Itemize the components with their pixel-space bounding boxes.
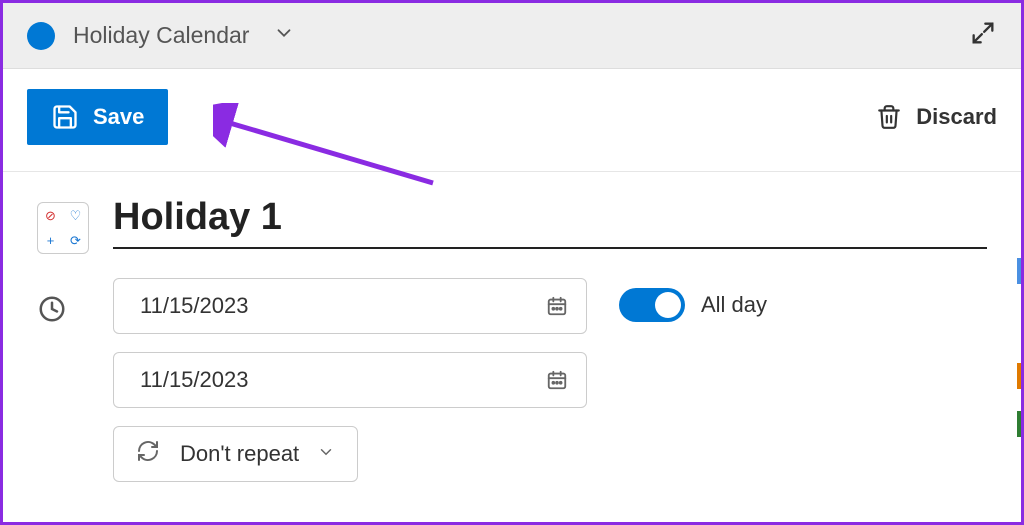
save-button[interactable]: Save bbox=[27, 89, 168, 145]
expand-icon[interactable] bbox=[969, 19, 997, 52]
toolbar: Save Discard bbox=[3, 69, 1021, 172]
datetime-row: 11/15/2023 11/15/2023 Don't repeat bbox=[37, 278, 987, 482]
plus-icon: + bbox=[47, 234, 55, 247]
header-bar: Holiday Calendar bbox=[3, 3, 1021, 69]
clock-icon bbox=[37, 294, 67, 324]
chevron-down-icon[interactable] bbox=[273, 22, 295, 49]
save-button-label: Save bbox=[93, 104, 144, 130]
end-date-input[interactable]: 11/15/2023 bbox=[113, 352, 587, 408]
chevron-down-icon bbox=[317, 441, 335, 467]
repeat-button[interactable]: Don't repeat bbox=[113, 426, 358, 482]
repeat-label: Don't repeat bbox=[180, 441, 299, 467]
start-date-value: 11/15/2023 bbox=[140, 293, 248, 319]
calendar-name[interactable]: Holiday Calendar bbox=[73, 22, 249, 49]
heart-icon: ♡ bbox=[70, 209, 82, 222]
all-day-group: All day bbox=[619, 278, 767, 322]
calendar-color-dot bbox=[27, 22, 55, 50]
edge-marker bbox=[1017, 258, 1021, 284]
all-day-label: All day bbox=[701, 292, 767, 318]
end-date-value: 11/15/2023 bbox=[140, 367, 248, 393]
calendar-icon bbox=[546, 295, 568, 317]
discard-button-label: Discard bbox=[916, 104, 997, 130]
all-day-toggle[interactable] bbox=[619, 288, 685, 322]
edge-marker bbox=[1017, 411, 1021, 437]
event-form: ⊘ ♡ + ⟳ 11/15/2023 11/15/2023 bbox=[3, 172, 1021, 506]
event-title-input[interactable] bbox=[113, 196, 987, 249]
discard-button[interactable]: Discard bbox=[876, 104, 997, 130]
edge-marker bbox=[1017, 363, 1021, 389]
emoji-picker-button[interactable]: ⊘ ♡ + ⟳ bbox=[37, 202, 89, 254]
title-row: ⊘ ♡ + ⟳ bbox=[37, 196, 987, 254]
calendar-icon bbox=[546, 369, 568, 391]
refresh-icon: ⟳ bbox=[70, 234, 81, 247]
save-icon bbox=[51, 103, 79, 131]
toggle-knob bbox=[655, 292, 681, 318]
no-symbol-icon: ⊘ bbox=[45, 209, 56, 222]
trash-icon bbox=[876, 104, 902, 130]
start-date-input[interactable]: 11/15/2023 bbox=[113, 278, 587, 334]
repeat-icon bbox=[136, 439, 160, 469]
